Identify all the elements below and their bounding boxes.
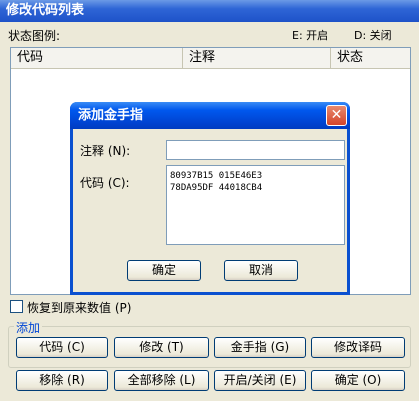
cheat-button[interactable]: 金手指 (G) <box>214 337 306 358</box>
column-header-code[interactable]: 代码 <box>11 48 183 68</box>
note-label: 注释 (N): <box>80 144 131 158</box>
note-input[interactable] <box>166 140 345 160</box>
modify-code-list-window: 修改代码列表 状态图例: E: 开启 D: 关闭 代码 注释 状态 恢复到原来数… <box>0 0 419 401</box>
edit-button[interactable]: 修改 (T) <box>114 337 209 358</box>
dialog-ok-button[interactable]: 确定 <box>127 260 201 281</box>
dialog-titlebar[interactable]: 添加金手指 ✕ <box>70 102 350 129</box>
dialog-title: 添加金手指 <box>78 108 144 123</box>
edit-decoded-button[interactable]: 修改译码 <box>311 337 405 358</box>
toggle-button[interactable]: 开启/关闭 (E) <box>214 370 306 391</box>
close-icon[interactable]: ✕ <box>326 105 347 126</box>
code-button[interactable]: 代码 (C) <box>16 337 108 358</box>
restore-checkbox[interactable] <box>10 300 23 313</box>
window-title: 修改代码列表 <box>0 0 419 22</box>
code-input[interactable]: 80937B15 015E46E3 78DA95DF 44018CB4 <box>166 165 345 245</box>
column-header-note[interactable]: 注释 <box>183 48 331 68</box>
column-header-status[interactable]: 状态 <box>331 48 410 68</box>
add-cheat-dialog: 添加金手指 ✕ 注释 (N): 代码 (C): 80937B15 015E46E… <box>70 102 350 295</box>
legend-label: 状态图例: <box>8 29 61 43</box>
list-header: 代码 注释 状态 <box>11 48 410 69</box>
status-legend: 状态图例: E: 开启 D: 关闭 <box>8 27 413 43</box>
remove-button[interactable]: 移除 (R) <box>16 370 108 391</box>
restore-checkbox-label: 恢复到原来数值 (P) <box>27 301 132 315</box>
code-label: 代码 (C): <box>80 176 130 190</box>
dialog-cancel-button[interactable]: 取消 <box>224 260 298 281</box>
ok-button[interactable]: 确定 (O) <box>311 370 405 391</box>
legend-on: E: 开启 <box>292 29 329 42</box>
remove-all-button[interactable]: 全部移除 (L) <box>114 370 209 391</box>
legend-off: D: 关闭 <box>354 29 392 42</box>
add-group-title: 添加 <box>14 319 43 336</box>
